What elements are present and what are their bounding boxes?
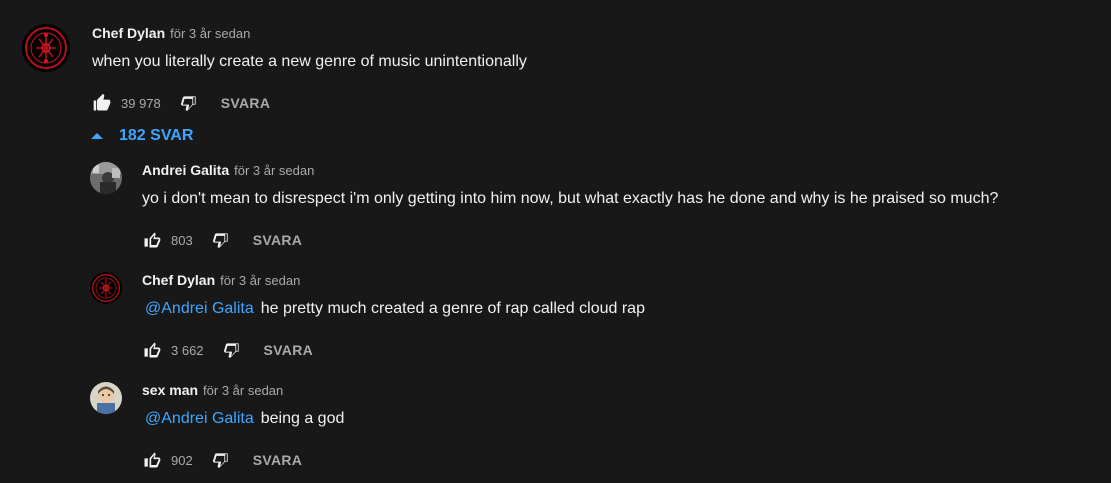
seal-avatar-image <box>22 24 70 72</box>
like-count: 3 662 <box>171 342 204 358</box>
chevron-up-icon <box>91 133 103 139</box>
reply-comment: Chef Dylan för 3 år sedan @Andrei Galita… <box>90 272 645 362</box>
comment-text: @Andrei Galita he pretty much created a g… <box>142 300 645 322</box>
top-comment: Chef Dylan för 3 år sedan when you liter… <box>22 24 527 115</box>
comment-actions: 902 SVARA <box>142 448 344 472</box>
comment-author[interactable]: sex man <box>142 382 198 398</box>
dislike-button[interactable] <box>211 450 231 470</box>
comment-text: when you literally create a new genre of… <box>92 53 527 70</box>
comment-actions: 3 662 SVARA <box>142 338 645 362</box>
dislike-button[interactable] <box>211 230 231 250</box>
thumbs-down-icon <box>212 453 228 468</box>
comment-timestamp[interactable]: för 3 år sedan <box>220 273 300 288</box>
photo-avatar-image <box>90 162 122 194</box>
thumbs-up-icon <box>144 452 161 468</box>
thumbs-down-icon <box>212 233 228 248</box>
thumbs-up-icon <box>144 232 161 248</box>
comment-author[interactable]: Andrei Galita <box>142 162 229 178</box>
like-button[interactable] <box>142 230 162 250</box>
reply-comment: Andrei Galita för 3 år sedan yo i don't … <box>90 162 998 252</box>
comment-body: he pretty much created a genre of rap ca… <box>260 300 645 317</box>
comment-actions: 39 978 SVARA <box>92 91 527 115</box>
mention-link[interactable]: @Andrei Galita <box>142 410 257 427</box>
like-count: 902 <box>171 452 193 468</box>
dislike-button[interactable] <box>222 340 242 360</box>
comment-timestamp[interactable]: för 3 år sedan <box>234 163 314 178</box>
comment-text: @Andrei Galita being a god <box>142 410 344 432</box>
cartoon-avatar-image <box>90 382 122 414</box>
like-button[interactable] <box>142 450 162 470</box>
replies-count-label: 182 SVAR <box>119 127 194 144</box>
reply-button[interactable]: SVARA <box>264 342 313 358</box>
seal-avatar-image <box>90 272 122 304</box>
comment-actions: 803 SVARA <box>142 228 998 252</box>
comment-timestamp[interactable]: för 3 år sedan <box>203 383 283 398</box>
comment-body: being a god <box>260 410 345 427</box>
avatar[interactable] <box>22 24 70 72</box>
like-count: 39 978 <box>121 95 161 111</box>
avatar[interactable] <box>90 162 122 194</box>
comment-timestamp[interactable]: för 3 år sedan <box>170 26 250 41</box>
reply-button[interactable]: SVARA <box>253 232 302 248</box>
like-button[interactable] <box>142 340 162 360</box>
comment-author[interactable]: Chef Dylan <box>142 272 215 288</box>
like-button[interactable] <box>92 93 112 113</box>
reply-button[interactable]: SVARA <box>221 95 270 111</box>
replies-toggle-button[interactable]: 182 SVAR <box>88 127 193 145</box>
comment-author[interactable]: Chef Dylan <box>92 25 165 41</box>
thumbs-down-icon <box>180 96 196 111</box>
reply-comment: sex man för 3 år sedan @Andrei Galita bei… <box>90 382 344 472</box>
avatar[interactable] <box>90 382 122 414</box>
dislike-button[interactable] <box>179 93 199 113</box>
mention-link[interactable]: @Andrei Galita <box>142 300 257 317</box>
avatar[interactable] <box>90 272 122 304</box>
reply-button[interactable]: SVARA <box>253 452 302 468</box>
comments-section: Chef Dylan för 3 år sedan when you liter… <box>0 0 1111 483</box>
like-count: 803 <box>171 232 193 248</box>
thumbs-up-icon <box>144 342 161 358</box>
comment-body: yo i don't mean to disrespect i'm only g… <box>142 190 999 207</box>
thumbs-up-filled-icon <box>93 93 111 111</box>
thumbs-down-icon <box>223 343 239 358</box>
comment-text: yo i don't mean to disrespect i'm only g… <box>142 190 998 212</box>
